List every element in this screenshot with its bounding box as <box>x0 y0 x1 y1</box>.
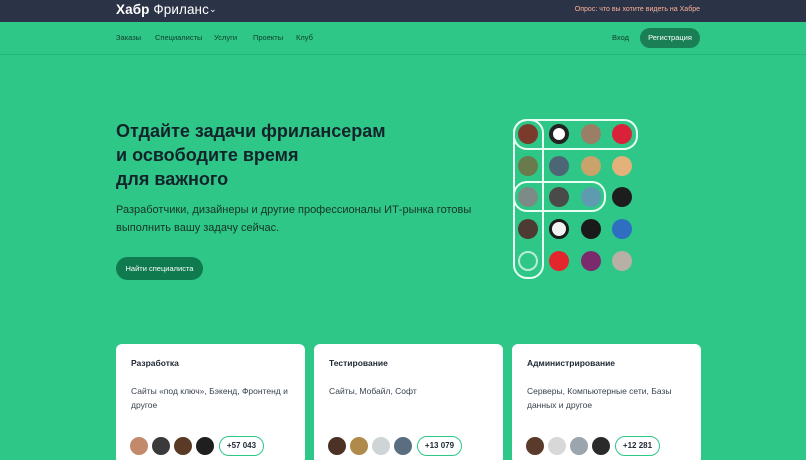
hero-title: Отдайте задачи фрилансерам и освободите … <box>116 119 446 191</box>
avatar <box>327 436 347 456</box>
avatar <box>581 156 601 176</box>
category-card-administration[interactable]: Администрирование Серверы, Компьютерные … <box>512 344 701 460</box>
register-button[interactable]: Регистрация <box>640 28 700 48</box>
avatar <box>518 219 538 239</box>
top-bar: Хабр Фриланс ⌄ Опрос: что вы хотите виде… <box>0 0 806 22</box>
avatar <box>371 436 391 456</box>
avatar <box>518 156 538 176</box>
card-description-line: Серверы, Компьютерные сети, Базы <box>527 386 672 396</box>
avatar <box>549 124 569 144</box>
avatar <box>518 187 538 207</box>
avatar <box>581 124 601 144</box>
avatar <box>581 219 601 239</box>
brand-logo[interactable]: Хабр Фриланс <box>116 2 209 17</box>
avatar <box>581 251 601 271</box>
card-title: Тестирование <box>329 358 388 368</box>
card-title: Администрирование <box>527 358 616 368</box>
card-description-line: другое <box>131 400 158 410</box>
nav-item-projects[interactable]: Проекты <box>253 33 283 42</box>
nav-item-orders[interactable]: Заказы <box>116 33 141 42</box>
category-card-testing[interactable]: Тестирование Сайты, Мобайл, Софт +13 079 <box>314 344 503 460</box>
card-description: Серверы, Компьютерные сети, Базы данных … <box>527 384 689 412</box>
hero-title-line: и освободите время <box>116 145 299 165</box>
brand-name-bold: Хабр <box>116 2 150 17</box>
specialists-count-badge[interactable]: +13 079 <box>417 436 462 456</box>
nav-item-specialists[interactable]: Специалисты <box>155 33 202 42</box>
hero-title-line: для важного <box>116 169 229 189</box>
hero-title-line: Отдайте задачи фрилансерам <box>116 121 386 141</box>
card-title: Разработка <box>131 358 179 368</box>
specialists-count-badge[interactable]: +57 043 <box>219 436 264 456</box>
avatar <box>393 436 413 456</box>
avatar <box>195 436 215 456</box>
avatar <box>569 436 589 456</box>
hero-subtitle: Разработчики, дизайнеры и другие професс… <box>116 201 476 237</box>
avatar <box>151 436 171 456</box>
login-link[interactable]: Вход <box>612 33 629 42</box>
avatar <box>612 251 632 271</box>
specialists-count-badge[interactable]: +12 281 <box>615 436 660 456</box>
avatar <box>525 436 545 456</box>
category-card-development[interactable]: Разработка Сайты «под ключ», Бэкенд, Фро… <box>116 344 305 460</box>
nav-item-club[interactable]: Клуб <box>296 33 313 42</box>
avatar <box>547 436 567 456</box>
avatar <box>549 187 569 207</box>
avatar <box>173 436 193 456</box>
card-description-line: Сайты «под ключ», Бэкенд, Фронтенд и <box>131 386 288 396</box>
avatar <box>612 219 632 239</box>
card-description-line: данных и другое <box>527 400 593 410</box>
find-specialist-button[interactable]: Найти специалиста <box>116 257 203 280</box>
avatar <box>518 124 538 144</box>
card-description: Сайты, Мобайл, Софт <box>329 384 491 398</box>
card-description-line: Сайты, Мобайл, Софт <box>329 386 417 396</box>
brand-name-light: Фриланс <box>153 2 209 17</box>
avatar <box>591 436 611 456</box>
avatar <box>581 187 601 207</box>
avatar <box>549 219 569 239</box>
avatar <box>549 251 569 271</box>
hero-subtitle-line: Разработчики, дизайнеры и другие професс… <box>116 204 472 216</box>
card-description: Сайты «под ключ», Бэкенд, Фронтенд и дру… <box>131 384 293 412</box>
avatar <box>612 187 632 207</box>
avatar <box>612 124 632 144</box>
avatar <box>612 156 632 176</box>
survey-link[interactable]: Опрос: что вы хотите видеть на Хабре <box>575 6 700 13</box>
chevron-down-icon[interactable]: ⌄ <box>209 4 217 15</box>
avatar <box>129 436 149 456</box>
loading-ring <box>518 251 538 271</box>
hero-subtitle-line: выполнить вашу задачу сейчас. <box>116 222 280 234</box>
nav-item-services[interactable]: Услуги <box>214 33 237 42</box>
avatar <box>349 436 369 456</box>
avatar <box>549 156 569 176</box>
